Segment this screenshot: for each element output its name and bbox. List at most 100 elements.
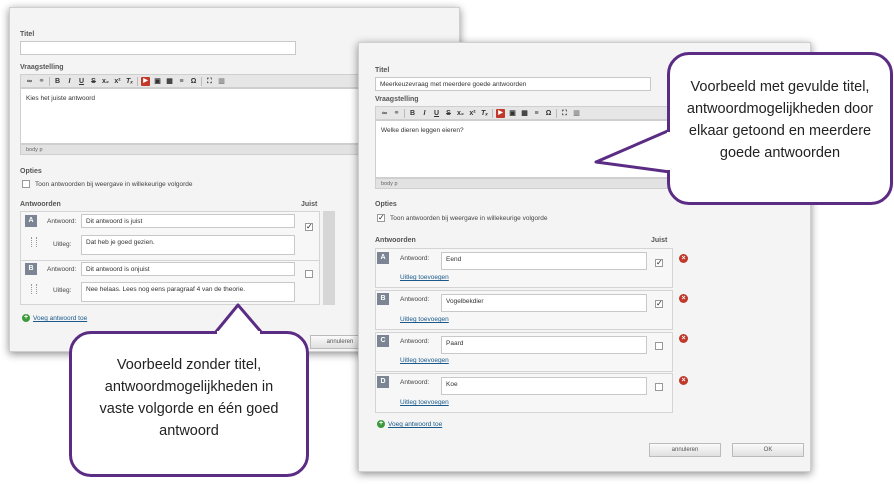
answer-field-label: Antwoord: bbox=[400, 255, 430, 262]
answers-label: Antwoorden bbox=[375, 237, 416, 244]
answer-letter-c: C bbox=[377, 335, 389, 347]
add-explanation-link[interactable]: Uitleg toevoegen bbox=[400, 399, 449, 406]
options-label: Opties bbox=[375, 201, 397, 208]
maximize-icon[interactable]: ⛶ bbox=[205, 77, 214, 86]
correct-checkbox-c[interactable] bbox=[655, 342, 663, 350]
answer-letter-d: D bbox=[377, 376, 389, 388]
delete-answer-icon[interactable]: × bbox=[679, 376, 688, 385]
shuffle-checkbox[interactable]: ✓ bbox=[377, 214, 385, 222]
toolbar-separator bbox=[492, 108, 493, 118]
correct-checkbox-b[interactable]: ✓ bbox=[655, 300, 663, 308]
answer-letter-b: B bbox=[25, 263, 37, 275]
youtube-icon[interactable]: ▶ bbox=[496, 108, 505, 118]
add-answer-link[interactable]: Voeg antwoord toe bbox=[33, 315, 87, 322]
strikethrough-icon[interactable]: S bbox=[89, 77, 98, 86]
image-icon[interactable]: ▣ bbox=[153, 77, 162, 86]
toolbar-separator bbox=[404, 108, 405, 118]
unlink-icon[interactable]: ⚭ bbox=[37, 77, 46, 86]
title-input[interactable] bbox=[20, 41, 296, 55]
bold-icon[interactable]: B bbox=[408, 109, 417, 118]
explanation-field-label: Uitleg: bbox=[53, 287, 72, 294]
question-editor[interactable]: Welke dieren leggen eieren? bbox=[375, 120, 705, 178]
answer-input-c[interactable]: Paard bbox=[441, 336, 647, 354]
delete-answer-icon[interactable]: × bbox=[679, 334, 688, 343]
delete-answer-icon[interactable]: × bbox=[679, 294, 688, 303]
editor-toolbar: ∞ ⚭ B I U S x₂ x² Tₓ ▶ ▣ ▦ ≡ Ω ⛶ ▥ bbox=[375, 106, 705, 120]
table-icon[interactable]: ▦ bbox=[165, 77, 174, 86]
special-char-icon[interactable]: Ω bbox=[189, 77, 198, 86]
explanation-input-b[interactable]: Nee helaas. Lees nog eens paragraaf 4 va… bbox=[81, 282, 295, 302]
add-explanation-link[interactable]: Uitleg toevoegen bbox=[400, 357, 449, 364]
toolbar-separator bbox=[556, 108, 557, 118]
title-input[interactable]: Meerkeuzevraag met meerdere goede antwoo… bbox=[375, 77, 651, 91]
correct-checkbox-d[interactable] bbox=[655, 383, 663, 391]
answer-input-b[interactable]: Vogelbekdier bbox=[441, 294, 647, 312]
toolbar-separator bbox=[201, 76, 202, 86]
italic-icon[interactable]: I bbox=[65, 77, 74, 86]
correct-label: Juist bbox=[651, 237, 668, 244]
answer-input-d[interactable]: Koe bbox=[441, 377, 647, 395]
question-editor[interactable]: Kies het juiste antwoord bbox=[20, 88, 366, 144]
add-answer-link[interactable]: Voeg antwoord toe bbox=[388, 421, 442, 428]
bold-icon[interactable]: B bbox=[53, 77, 62, 86]
answer-field-label: Antwoord: bbox=[400, 338, 430, 345]
correct-checkbox-b[interactable] bbox=[305, 270, 313, 278]
scrollbar-a[interactable] bbox=[323, 211, 335, 261]
superscript-icon[interactable]: x² bbox=[113, 77, 122, 86]
options-label: Opties bbox=[20, 168, 42, 175]
correct-checkbox-a[interactable]: ✓ bbox=[305, 223, 313, 231]
link-icon[interactable]: ∞ bbox=[25, 77, 34, 86]
drag-handle-icon[interactable] bbox=[31, 284, 37, 294]
link-icon[interactable]: ∞ bbox=[380, 109, 389, 118]
explanation-input-a[interactable]: Dat heb je goed gezien. bbox=[81, 235, 295, 255]
unlink-icon[interactable]: ⚭ bbox=[392, 109, 401, 118]
answer-letter-a: A bbox=[25, 215, 37, 227]
answer-input-a[interactable]: Eend bbox=[441, 252, 647, 270]
chart-icon[interactable]: ▥ bbox=[217, 77, 226, 86]
strikethrough-icon[interactable]: S bbox=[444, 109, 453, 118]
horizontal-rule-icon[interactable]: ≡ bbox=[177, 77, 186, 86]
add-explanation-link[interactable]: Uitleg toevoegen bbox=[400, 274, 449, 281]
horizontal-rule-icon[interactable]: ≡ bbox=[532, 109, 541, 118]
underline-icon[interactable]: U bbox=[77, 77, 86, 86]
maximize-icon[interactable]: ⛶ bbox=[560, 109, 569, 118]
answer-input-a[interactable]: Dit antwoord is juist bbox=[81, 214, 295, 228]
correct-checkbox-a[interactable]: ✓ bbox=[655, 259, 663, 267]
left-callout-text: Voorbeeld zonder titel, antwoordmogelijk… bbox=[99, 357, 279, 439]
shuffle-label: Toon antwoorden bij weergave in willekeu… bbox=[390, 215, 548, 222]
image-icon[interactable]: ▣ bbox=[508, 109, 517, 118]
superscript-icon[interactable]: x² bbox=[468, 109, 477, 118]
add-icon[interactable]: + bbox=[22, 314, 30, 322]
scrollbar-b[interactable] bbox=[323, 260, 335, 305]
answers-label: Antwoorden bbox=[20, 201, 61, 208]
answer-letter-a: A bbox=[377, 252, 389, 264]
chart-icon[interactable]: ▥ bbox=[572, 109, 581, 118]
answer-field-label: Antwoord: bbox=[400, 379, 430, 386]
italic-icon[interactable]: I bbox=[420, 109, 429, 118]
subscript-icon[interactable]: x₂ bbox=[456, 109, 465, 118]
drag-handle-icon[interactable] bbox=[31, 237, 37, 247]
delete-answer-icon[interactable]: × bbox=[679, 254, 688, 263]
cancel-button[interactable]: annuleren bbox=[649, 443, 721, 457]
question-label: Vraagstelling bbox=[375, 96, 419, 103]
table-icon[interactable]: ▦ bbox=[520, 109, 529, 118]
remove-format-icon[interactable]: Tₓ bbox=[480, 109, 489, 118]
add-explanation-link[interactable]: Uitleg toevoegen bbox=[400, 316, 449, 323]
toolbar-separator bbox=[137, 76, 138, 86]
title-label: Titel bbox=[20, 31, 35, 38]
question-label: Vraagstelling bbox=[20, 64, 64, 71]
add-icon[interactable]: + bbox=[377, 420, 385, 428]
subscript-icon[interactable]: x₂ bbox=[101, 77, 110, 86]
answer-input-b[interactable]: Dit antwoord is onjuist bbox=[81, 262, 295, 276]
ok-button[interactable]: OK bbox=[732, 443, 804, 457]
remove-format-icon[interactable]: Tₓ bbox=[125, 77, 134, 86]
shuffle-checkbox[interactable] bbox=[22, 180, 30, 188]
special-char-icon[interactable]: Ω bbox=[544, 109, 553, 118]
youtube-icon[interactable]: ▶ bbox=[141, 76, 150, 86]
left-callout: Voorbeeld zonder titel, antwoordmogelijk… bbox=[69, 331, 309, 477]
answer-field-label: Antwoord: bbox=[47, 218, 77, 225]
answer-letter-b: B bbox=[377, 293, 389, 305]
editor-toolbar: ∞ ⚭ B I U S x₂ x² Tₓ ▶ ▣ ▦ ≡ Ω ⛶ ▥ bbox=[20, 74, 366, 88]
editor-path-bar: body p bbox=[20, 144, 366, 155]
underline-icon[interactable]: U bbox=[432, 109, 441, 118]
